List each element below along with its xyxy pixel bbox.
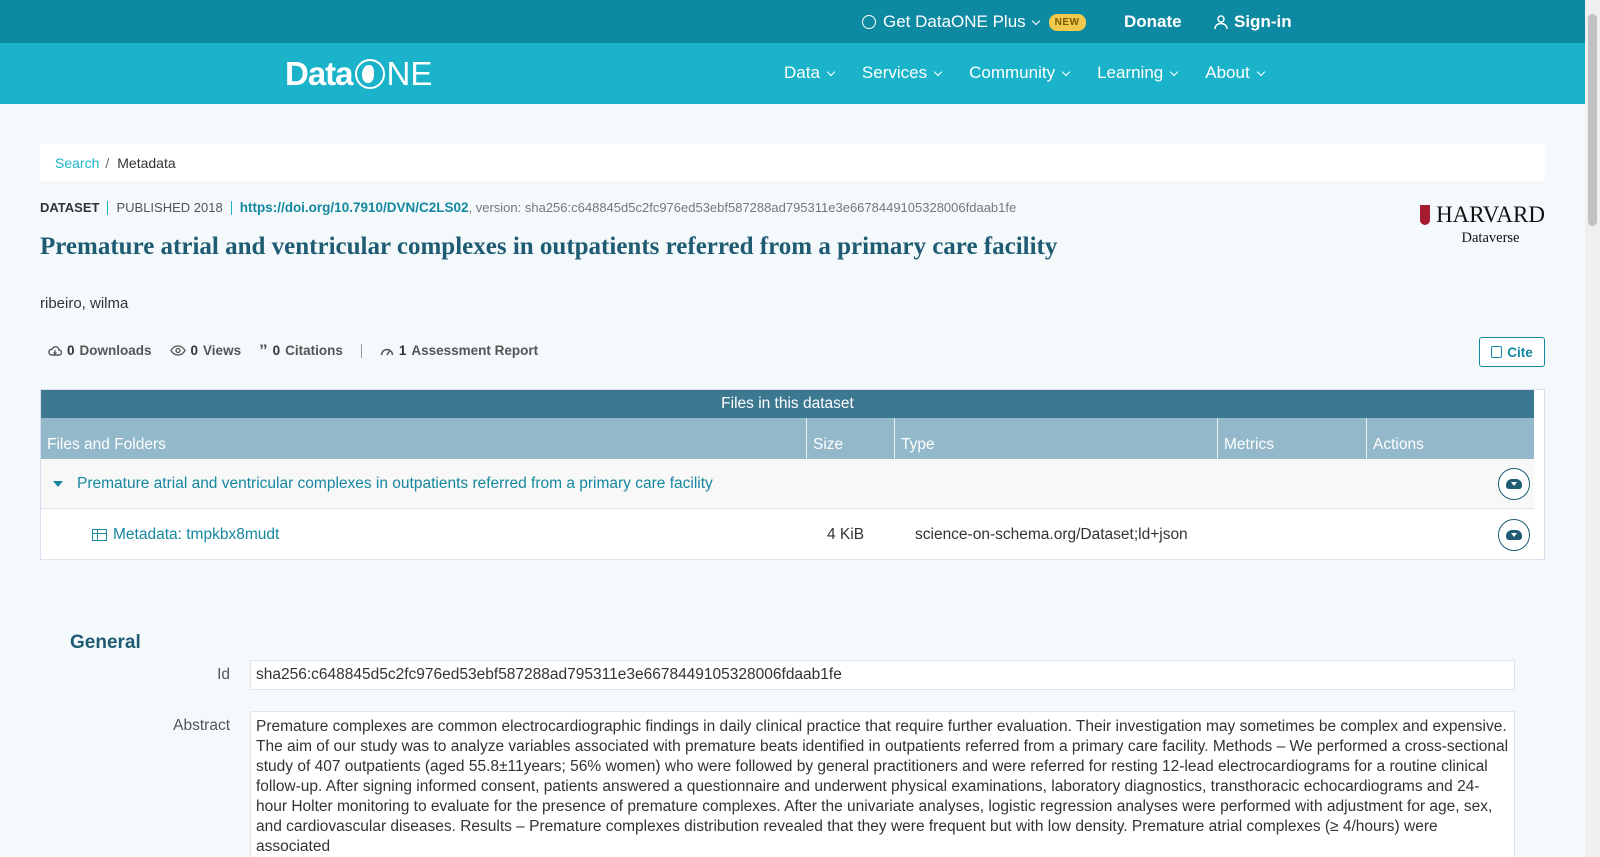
new-badge: NEW: [1048, 13, 1086, 31]
nav-community[interactable]: Community: [969, 63, 1071, 83]
views-label: Views: [203, 343, 242, 358]
assessment-label: Assessment Report: [411, 343, 539, 358]
citations-count: 0: [272, 343, 281, 358]
globe-icon: [354, 59, 385, 89]
chevron-down-icon: [1170, 67, 1179, 76]
dataset-meta-line: DATASET PUBLISHED 2018 https://doi.org/1…: [40, 200, 1016, 215]
abstract-value: Premature complexes are common electroca…: [250, 711, 1515, 857]
cloud-download-icon: [1506, 478, 1522, 489]
download-folder-button[interactable]: [1498, 467, 1530, 500]
column-size: Size: [807, 418, 895, 459]
files-table-columns: Files and Folders Size Type Metrics Acti…: [41, 418, 1534, 459]
column-files-and-folders: Files and Folders: [41, 418, 807, 459]
eye-icon: [169, 345, 186, 356]
general-section-heading: General: [70, 632, 141, 653]
column-actions: Actions: [1373, 436, 1424, 453]
top-utility-bar: Get DataONE Plus NEW Donate Sign-in: [0, 0, 1585, 43]
main-navbar: Data NE Data Services Community Learning…: [0, 43, 1585, 104]
downloads-metric[interactable]: 0 Downloads: [48, 343, 152, 358]
nav-about[interactable]: About: [1205, 63, 1265, 83]
file-name-label: Metadata: tmpkbx8mudt: [113, 525, 280, 543]
assessment-report-metric[interactable]: 1 Assessment Report: [380, 343, 538, 358]
column-metrics: Metrics: [1218, 418, 1367, 459]
breadcrumb-separator: /: [105, 154, 110, 171]
files-table-heading: Files in this dataset: [41, 390, 1534, 418]
downloads-count: 0: [67, 343, 75, 358]
published-year: PUBLISHED 2018: [116, 200, 223, 215]
nav-community-label: Community: [969, 63, 1056, 82]
id-label: Id: [217, 666, 230, 683]
chevron-down-icon: [1061, 67, 1071, 76]
dataset-metrics: 0 Downloads 0 Views ” 0 Citations 1 Asse…: [48, 340, 538, 360]
metrics-divider: [360, 343, 362, 358]
nav-data[interactable]: Data: [784, 63, 836, 83]
breadcrumb-search[interactable]: Search: [55, 155, 99, 171]
nav-services[interactable]: Services: [861, 63, 943, 83]
abstract-label: Abstract: [173, 717, 230, 734]
main-nav: Data Services Community Learning About: [784, 63, 1265, 83]
harvard-logo-line1: HARVARD: [1436, 202, 1545, 227]
globe-sparkle-icon: [862, 15, 876, 29]
get-dataone-plus-menu[interactable]: Get DataONE Plus NEW: [862, 12, 1086, 32]
assessment-count: 1: [398, 343, 407, 358]
dataset-author: ribeiro, wilma: [40, 295, 129, 312]
table-row-file: Metadata: tmpkbx8mudt 4 KiB science-on-s…: [41, 510, 1534, 560]
file-type: science-on-schema.org/Dataset;ld+json: [915, 525, 1188, 543]
nav-data-label: Data: [784, 63, 820, 82]
views-metric[interactable]: 0 Views: [169, 343, 242, 358]
get-dataone-plus-label: Get DataONE Plus: [883, 12, 1026, 31]
page-scrollbar[interactable]: [1585, 0, 1600, 857]
dataone-logo[interactable]: Data NE: [285, 55, 432, 93]
nav-learning[interactable]: Learning: [1097, 63, 1179, 83]
caret-down-icon[interactable]: [53, 480, 63, 487]
cite-button[interactable]: Cite: [1479, 337, 1545, 367]
harvard-dataverse-logo[interactable]: HARVARD Dataverse: [1420, 202, 1545, 247]
doi-link[interactable]: https://doi.org/10.7910/DVN/C2LS02: [240, 200, 469, 215]
download-file-button[interactable]: [1498, 518, 1530, 551]
views-count: 0: [190, 343, 199, 358]
breadcrumb-current: Metadata: [117, 154, 176, 171]
cloud-download-icon: [48, 345, 62, 356]
sign-in-link[interactable]: Sign-in: [1214, 12, 1292, 32]
nav-services-label: Services: [861, 63, 928, 82]
dataset-type-label: DATASET: [40, 200, 100, 215]
files-table: Files in this dataset Files and Folders …: [40, 389, 1545, 560]
column-type: Type: [895, 418, 1218, 459]
donate-link[interactable]: Donate: [1124, 12, 1182, 32]
chevron-down-icon: [826, 67, 836, 76]
cite-label: Cite: [1507, 344, 1533, 360]
version-text: , version: sha256:c648845d5c2fc976ed53eb…: [468, 200, 1017, 215]
folder-name-link[interactable]: Premature atrial and ventricular complex…: [77, 475, 713, 493]
scrollbar-thumb[interactable]: [1588, 14, 1597, 226]
nav-learning-label: Learning: [1097, 63, 1164, 82]
quote-icon: ”: [259, 340, 268, 360]
gauge-icon: [380, 348, 394, 355]
downloads-label: Downloads: [79, 343, 152, 358]
table-icon: [92, 528, 107, 541]
nav-about-label: About: [1205, 63, 1250, 82]
file-size: 4 KiB: [827, 525, 865, 543]
dataset-title: Premature atrial and ventricular complex…: [40, 233, 1058, 260]
logo-text-data: Data: [285, 55, 354, 92]
user-icon: [1214, 14, 1228, 29]
table-row-folder: Premature atrial and ventricular complex…: [41, 459, 1534, 509]
chevron-down-icon: [933, 67, 943, 76]
id-value: sha256:c648845d5c2fc976ed53ebf587288ad79…: [250, 660, 1515, 690]
citations-label: Citations: [285, 343, 343, 358]
chevron-down-icon: [1031, 16, 1040, 25]
harvard-logo-line2: Dataverse: [1461, 230, 1520, 246]
sign-in-label: Sign-in: [1234, 12, 1292, 31]
citations-metric[interactable]: ” 0 Citations: [259, 340, 343, 360]
chevron-down-icon: [1256, 67, 1265, 76]
copy-icon: [1491, 346, 1503, 358]
file-name-link[interactable]: Metadata: tmpkbx8mudt: [92, 526, 827, 544]
breadcrumb: Search / Metadata: [40, 144, 1545, 181]
divider: [107, 200, 109, 215]
divider: [230, 200, 232, 215]
cloud-download-icon: [1506, 529, 1522, 540]
logo-text-ne: NE: [386, 55, 433, 92]
harvard-shield-icon: [1420, 205, 1431, 225]
